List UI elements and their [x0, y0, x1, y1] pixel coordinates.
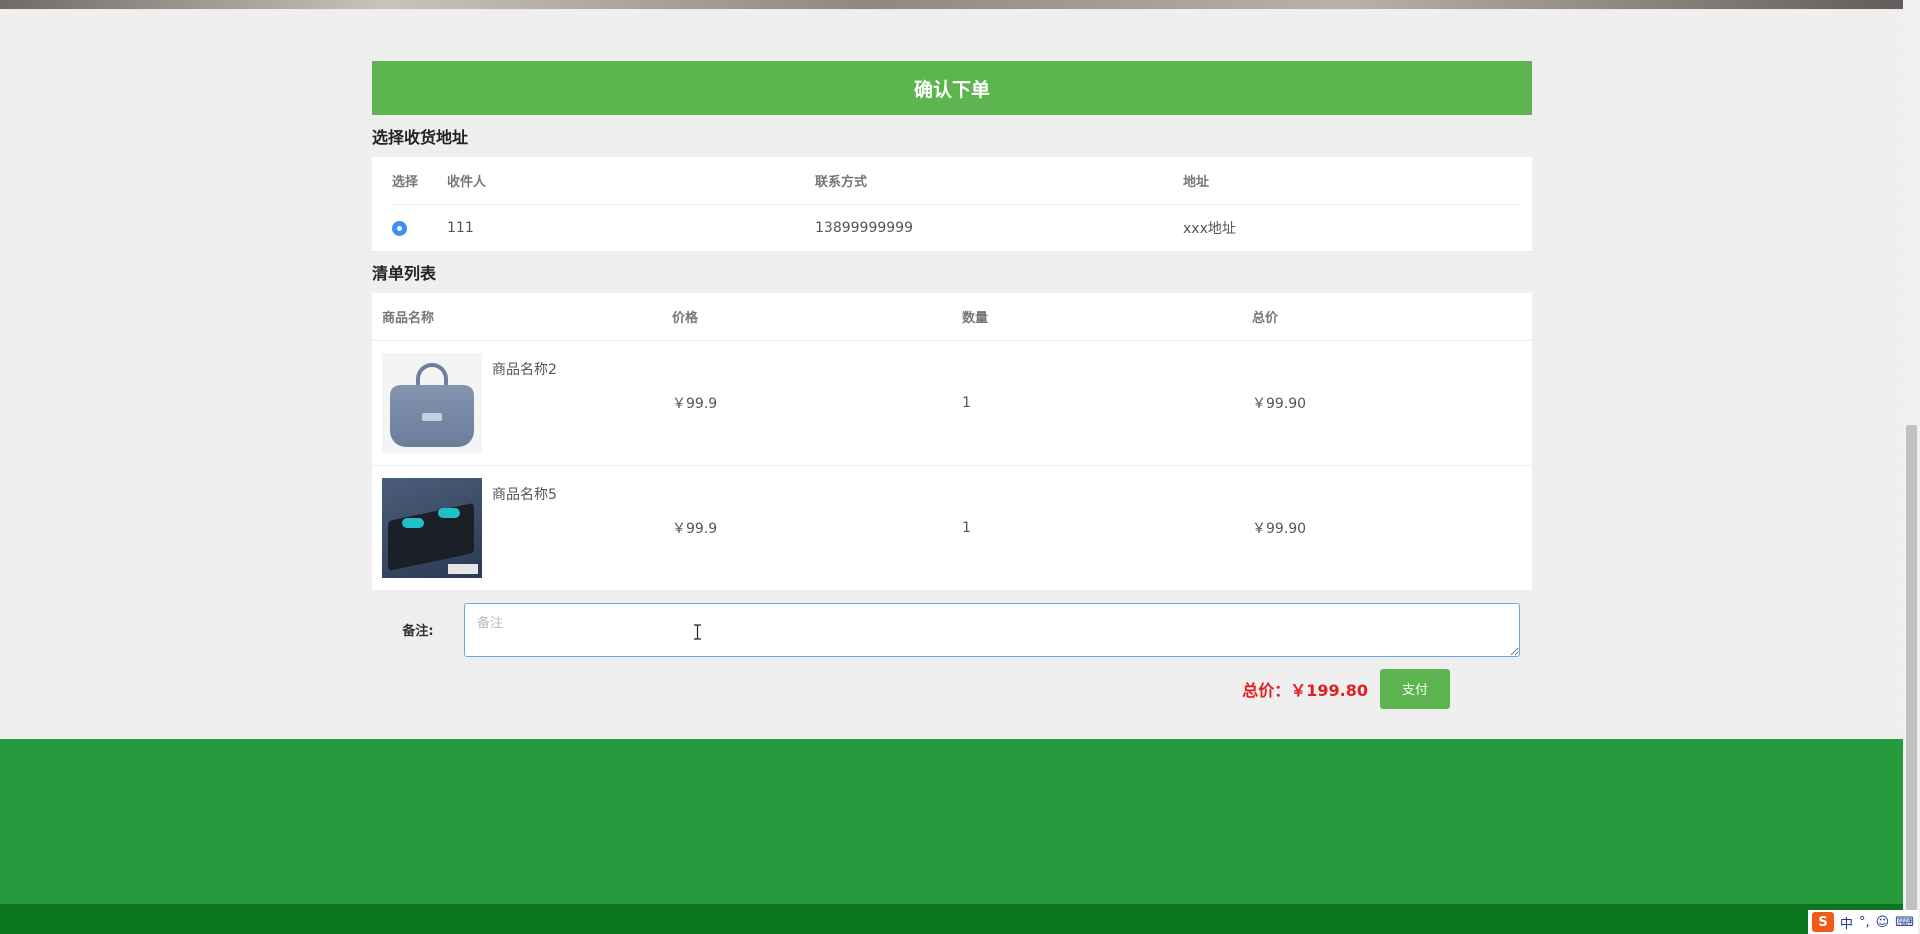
product-qty: 1 [952, 465, 1242, 591]
address-table-header: 选择 收件人 联系方式 地址 [392, 157, 1520, 205]
text-cursor-icon [694, 624, 701, 640]
product-price: ￥99.9 [662, 340, 952, 466]
items-section-title: 清单列表 [372, 264, 437, 283]
vertical-scrollbar[interactable] [1903, 0, 1920, 934]
col-recipient: 收件人 [447, 157, 815, 205]
remark-input[interactable] [464, 602, 1520, 657]
items-table: 商品名称 价格 数量 总价 商品名称2 ￥99.9 1 ￥99.90 商品名称5… [372, 293, 1532, 591]
top-banner-strip [0, 0, 1920, 9]
table-row: 商品名称5 ￥99.9 1 ￥99.90 [372, 465, 1532, 591]
col-price: 价格 [662, 293, 952, 341]
recipient-value: 111 [447, 219, 474, 236]
col-phone: 联系方式 [815, 157, 1183, 205]
product-total: ￥99.90 [1242, 340, 1532, 466]
address-section-title: 选择收货地址 [372, 128, 469, 147]
col-select: 选择 [392, 157, 447, 205]
confirm-order-header: 确认下单 [372, 61, 1532, 115]
address-table: 选择 收件人 联系方式 地址 111 13899999999 xxx地址 [392, 157, 1520, 251]
table-row: 商品名称2 ￥99.9 1 ￥99.90 [372, 340, 1532, 466]
remark-row: 备注: [372, 602, 1532, 657]
duffel-bag-image[interactable] [382, 352, 482, 453]
pushup-board-image[interactable] [382, 477, 482, 578]
product-total: ￥99.90 [1242, 465, 1532, 591]
emoji-icon[interactable]: ☺ [1876, 915, 1890, 930]
punctuation-icon[interactable]: °, [1859, 915, 1870, 930]
items-table-header: 商品名称 价格 数量 总价 [372, 293, 1532, 341]
remark-label: 备注: [402, 624, 434, 639]
confirm-order-title: 确认下单 [913, 78, 990, 101]
col-product-name: 商品名称 [372, 293, 662, 341]
col-quantity: 数量 [952, 293, 1242, 341]
total-value: ￥199.80 [1290, 680, 1368, 700]
order-confirm-container: 确认下单 选择收货地址 选择 收件人 联系方式 地址 111 138999999… [372, 61, 1532, 709]
address-panel: 选择 收件人 联系方式 地址 111 13899999999 xxx地址 [372, 157, 1532, 251]
total-label: 总价： [1242, 680, 1291, 700]
ime-toolbar[interactable]: S 中 °, ☺ ⌨ [1808, 910, 1918, 934]
col-total: 总价 [1242, 293, 1532, 341]
product-cell: 商品名称2 [372, 340, 662, 466]
ime-language-indicator[interactable]: 中 [1840, 913, 1853, 932]
phone-value: 13899999999 [815, 219, 913, 236]
sogou-ime-icon[interactable]: S [1812, 912, 1835, 932]
col-address: 地址 [1183, 157, 1520, 205]
footer-bottom-bar [0, 904, 1920, 934]
address-radio-cell[interactable] [392, 204, 447, 251]
address-radio[interactable] [392, 221, 407, 237]
product-price: ￥99.9 [662, 465, 952, 591]
payment-row: 总价： ￥199.80 支付 [372, 668, 1532, 709]
pay-button[interactable]: 支付 [1380, 668, 1450, 709]
keyboard-icon[interactable]: ⌨ [1895, 915, 1914, 930]
address-row[interactable]: 111 13899999999 xxx地址 [392, 204, 1520, 251]
product-name: 商品名称5 [492, 486, 557, 503]
product-name: 商品名称2 [492, 361, 557, 378]
footer [0, 739, 1920, 904]
product-qty: 1 [952, 340, 1242, 466]
product-cell: 商品名称5 [372, 465, 662, 591]
address-value: xxx地址 [1183, 220, 1236, 237]
items-panel: 商品名称 价格 数量 总价 商品名称2 ￥99.9 1 ￥99.90 商品名称5… [372, 293, 1532, 591]
scrollbar-thumb[interactable] [1906, 425, 1917, 915]
